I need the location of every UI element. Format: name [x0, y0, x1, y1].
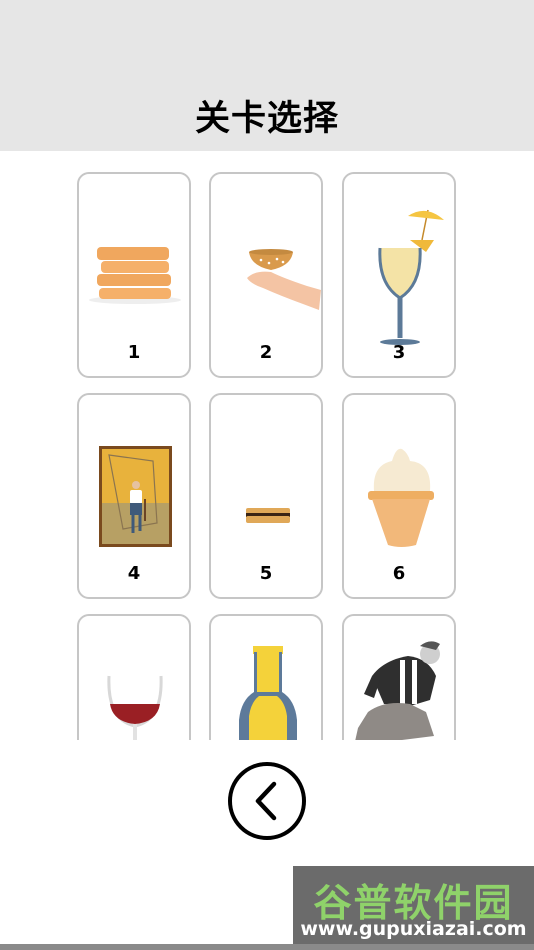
system-nav-bar [0, 944, 534, 950]
level-card-4[interactable]: 4 [77, 393, 191, 599]
level-card-9[interactable]: 9 [342, 614, 456, 740]
level-card-8[interactable]: 8 [209, 614, 323, 740]
level-card-1[interactable]: 1 [77, 172, 191, 378]
level-number: 2 [259, 342, 273, 363]
level-card-7[interactable]: 7 [77, 614, 191, 740]
level-number: 5 [259, 563, 273, 584]
level-card-2[interactable]: 2 [209, 172, 323, 378]
level-grid[interactable]: 1 2 3 4 5 6 [0, 151, 534, 740]
dancing-man-icon [355, 641, 440, 740]
wine-glass-icon [107, 675, 163, 740]
header-bar: 关卡选择 [0, 0, 534, 151]
level-card-5[interactable]: 5 [209, 393, 323, 599]
level-card-6[interactable]: 6 [342, 393, 456, 599]
level-number: 3 [392, 342, 406, 363]
level-number: 1 [127, 342, 141, 363]
back-button[interactable] [228, 762, 306, 840]
level-number: 4 [127, 563, 141, 584]
level-select-screen: 关卡选择 1 2 3 4 5 6 谷普软件园 www.gupuxiazai.co… [0, 0, 534, 950]
level-number: 6 [392, 563, 406, 584]
level-card-3[interactable]: 3 [342, 172, 456, 378]
watermark-url: www.gupuxiazai.com [300, 918, 527, 940]
page-title: 关卡选择 [194, 99, 339, 139]
beer-bottle-icon [239, 646, 297, 740]
watermark: 谷普软件园 www.gupuxiazai.com [293, 866, 534, 944]
chevron-left-icon [255, 781, 277, 821]
